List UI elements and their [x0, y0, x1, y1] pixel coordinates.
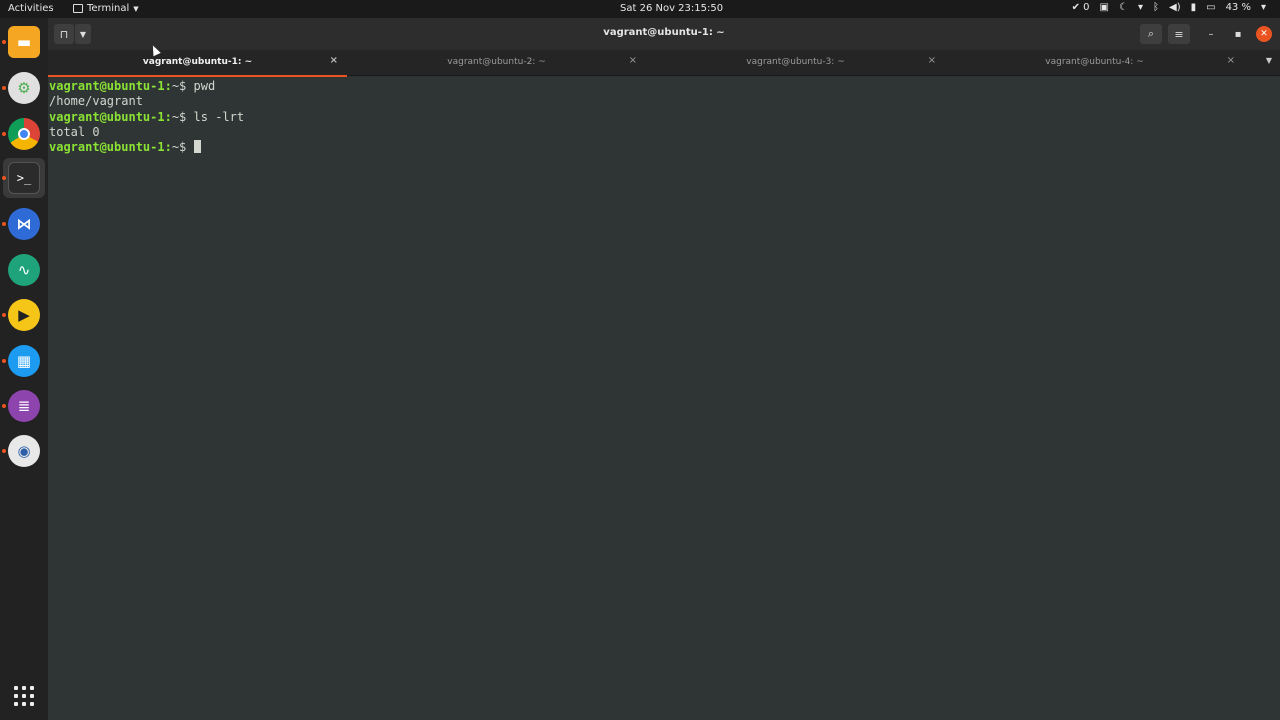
tab-label: vagrant@ubuntu-4: ~ — [1045, 57, 1144, 67]
check-icon[interactable]: ✔ 0 — [1072, 2, 1090, 13]
terminal-icon — [73, 4, 83, 13]
tab-list-chevron-icon[interactable]: ▼ — [1266, 56, 1272, 65]
running-indicator — [2, 222, 6, 226]
show-applications-icon[interactable] — [14, 686, 34, 706]
close-icon[interactable]: × — [330, 55, 338, 66]
vscode-icon[interactable]: ⋈ — [8, 208, 40, 240]
terminal-line: total 0 — [49, 125, 1280, 140]
tab-bar: vagrant@ubuntu-1: ~ × vagrant@ubuntu-2: … — [48, 50, 1280, 77]
window-title: vagrant@ubuntu-1: ~ — [603, 27, 725, 38]
running-indicator — [2, 176, 6, 180]
prompt: vagrant@ubuntu-1: — [49, 140, 172, 155]
hamburger-menu-icon[interactable]: ≡ — [1168, 24, 1190, 44]
app-blue-icon[interactable]: ▦ — [8, 345, 40, 377]
settings-icon[interactable]: ⚙ — [8, 72, 40, 104]
close-icon[interactable]: × — [928, 55, 936, 66]
tab-label: vagrant@ubuntu-3: ~ — [746, 57, 845, 67]
terminal-line: vagrant@ubuntu-1:~$ — [49, 140, 1280, 155]
wifi-icon[interactable]: ▾ — [1138, 2, 1143, 13]
running-indicator — [2, 40, 6, 44]
terminal-window: ⊓ ▼ vagrant@ubuntu-1: ~ ⌕ ≡ – ▪ ✕ vagran… — [48, 18, 1280, 720]
running-indicator — [2, 359, 6, 363]
tab-ubuntu-2[interactable]: vagrant@ubuntu-2: ~ × — [347, 50, 646, 76]
system-monitor-icon[interactable]: ∿ — [8, 254, 40, 286]
battery-level: 43 % — [1225, 2, 1251, 13]
activities-button[interactable]: Activities — [8, 3, 54, 14]
prompt-path: ~$ — [171, 109, 194, 124]
command-output: total 0 — [49, 124, 100, 139]
text-cursor — [193, 140, 201, 154]
command-output: /home/vagrant — [49, 94, 143, 109]
running-indicator — [2, 404, 6, 408]
prompt: vagrant@ubuntu-1: — [49, 109, 172, 124]
power-menu-icon[interactable]: ▾ — [1261, 2, 1266, 13]
tab-ubuntu-1[interactable]: vagrant@ubuntu-1: ~ × — [48, 50, 347, 77]
close-icon[interactable]: × — [1227, 55, 1235, 66]
gnome-top-bar: Activities Terminal ▼ Sat 26 Nov 23:15:5… — [0, 0, 1280, 18]
terminal-output[interactable]: vagrant@ubuntu-1:~$ pwd /home/vagrant va… — [48, 77, 1280, 720]
tab-label: vagrant@ubuntu-2: ~ — [447, 57, 546, 67]
app-menu[interactable]: Terminal ▼ — [73, 3, 139, 14]
running-indicator — [2, 449, 6, 453]
volume-icon[interactable]: ◀) — [1169, 2, 1181, 13]
night-light-icon[interactable]: ☾ — [1119, 2, 1128, 13]
text-editor-icon[interactable]: ≣ — [8, 390, 40, 422]
terminal-line: vagrant@ubuntu-1:~$ ls -lrt — [49, 110, 1280, 125]
app-menu-label: Terminal — [87, 3, 130, 14]
media-player-icon[interactable]: ▶ — [8, 299, 40, 331]
bluetooth-icon[interactable]: ᛒ — [1153, 2, 1159, 13]
microphone-icon[interactable]: ▮ — [1191, 2, 1197, 13]
tab-label: vagrant@ubuntu-1: ~ — [142, 57, 253, 67]
tab-ubuntu-3[interactable]: vagrant@ubuntu-3: ~ × — [646, 50, 945, 76]
search-icon[interactable]: ⌕ — [1140, 24, 1162, 44]
terminal-line: vagrant@ubuntu-1:~$ pwd — [49, 79, 1280, 94]
battery-icon[interactable]: ▭ — [1206, 2, 1215, 13]
command: ls -lrt — [193, 109, 245, 124]
terminal-icon[interactable]: >_ — [8, 162, 40, 194]
clock[interactable]: Sat 26 Nov 23:15:50 — [620, 3, 723, 14]
files-icon[interactable]: ▬ — [8, 26, 40, 58]
notification-count: 0 — [1083, 2, 1090, 13]
prompt-path: ~$ — [171, 79, 194, 93]
tab-ubuntu-4[interactable]: vagrant@ubuntu-4: ~ × — [945, 50, 1244, 76]
maximize-icon[interactable]: ▪ — [1230, 26, 1246, 42]
dock: ▬ ⚙ >_ ⋈ ∿ ▶ ▦ ≣ ◉ — [0, 18, 48, 720]
header-bar: ⊓ ▼ vagrant@ubuntu-1: ~ ⌕ ≡ – ▪ ✕ — [48, 18, 1280, 50]
running-indicator — [2, 313, 6, 317]
running-indicator — [2, 132, 6, 136]
terminal-line: /home/vagrant — [49, 94, 1280, 109]
minimize-icon[interactable]: – — [1203, 26, 1219, 42]
prompt-path: ~$ — [171, 140, 194, 155]
chrome-icon[interactable] — [8, 118, 40, 150]
prompt: vagrant@ubuntu-1: — [49, 79, 172, 93]
close-icon[interactable]: ✕ — [1256, 26, 1272, 42]
camera-icon[interactable]: ▣ — [1100, 2, 1109, 13]
running-indicator — [2, 86, 6, 90]
system-tray[interactable]: ✔ 0 ▣ ☾ ▾ ᛒ ◀) ▮ ▭ 43 % ▾ — [1072, 2, 1266, 13]
close-icon[interactable]: × — [629, 55, 637, 66]
screenshot-icon[interactable]: ◉ — [8, 435, 40, 467]
command: pwd — [193, 79, 216, 93]
chevron-down-icon: ▼ — [133, 4, 139, 13]
